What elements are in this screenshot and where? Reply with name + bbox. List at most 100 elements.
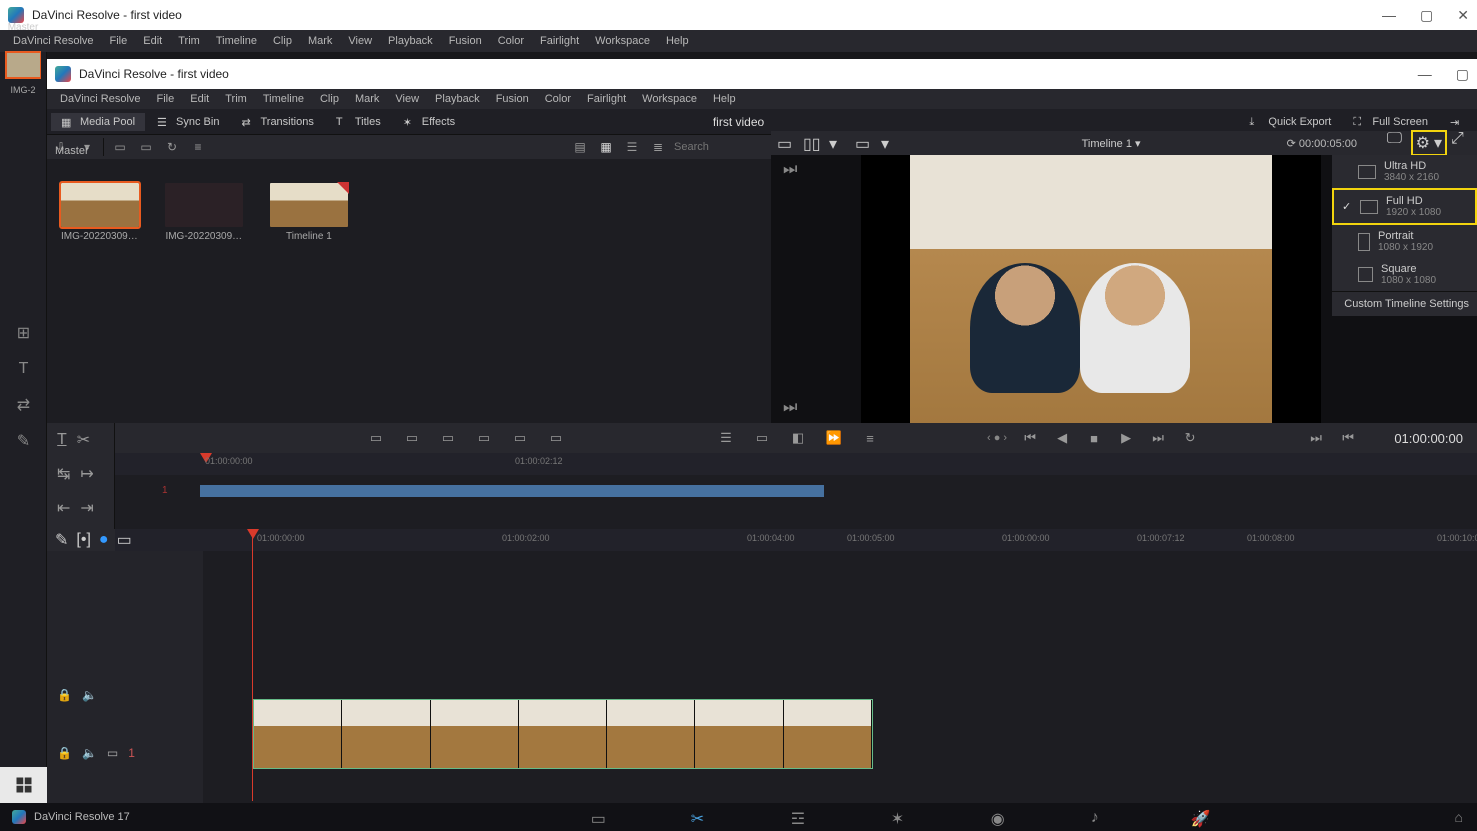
- audio-sync-icon[interactable]: ●: [99, 531, 109, 549]
- menu-item[interactable]: Color: [491, 33, 531, 49]
- timeline-name-dropdown[interactable]: Timeline 1 ▾: [1082, 137, 1141, 150]
- go-end-icon[interactable]: ⏭: [1149, 430, 1167, 446]
- project-manager-icon[interactable]: ⌂: [1455, 809, 1463, 825]
- play-icon[interactable]: ▶: [1117, 430, 1135, 446]
- timeline-resolution-button[interactable]: ⚙▾: [1411, 130, 1447, 156]
- options-icon[interactable]: ≡: [861, 430, 879, 446]
- strip-view-icon[interactable]: ▤: [570, 138, 590, 156]
- source-overwrite-icon[interactable]: ▭: [547, 430, 565, 446]
- upper-timeline[interactable]: 01:00:00:00 01:00:02:12 1: [47, 453, 1477, 529]
- chevron-down-icon[interactable]: ▾: [881, 134, 901, 152]
- clip-item[interactable]: Timeline 1: [270, 183, 348, 242]
- sidebar-clip-thumb[interactable]: [5, 51, 41, 79]
- mute-icon[interactable]: 🔈: [82, 746, 97, 760]
- resolution-option[interactable]: Square1080 x 1080: [1332, 258, 1477, 291]
- video-track-icon[interactable]: ▭: [107, 746, 118, 760]
- menu-item[interactable]: Workspace: [588, 33, 657, 49]
- prev-frame-icon[interactable]: ◀: [1053, 430, 1071, 446]
- menu-item[interactable]: Playback: [381, 33, 440, 49]
- list-view-icon[interactable]: ☰: [622, 138, 642, 156]
- media-page-icon[interactable]: ▭: [591, 809, 611, 825]
- bin-options-icon[interactable]: ▭: [136, 138, 156, 156]
- edit-nav[interactable]: ‹ ● ›: [987, 432, 1007, 444]
- record-viewer-icon[interactable]: ▭: [855, 134, 875, 152]
- inspector-toggle[interactable]: ⇥: [1440, 113, 1473, 130]
- windows-start-button[interactable]: [0, 767, 47, 803]
- sort-icon[interactable]: ≡: [188, 138, 208, 156]
- color-page-icon[interactable]: ◉: [991, 809, 1011, 825]
- quick-export-button[interactable]: ⤓Quick Export: [1239, 113, 1341, 131]
- titles-toggle[interactable]: TTitles: [326, 113, 391, 131]
- viewer-canvas[interactable]: [861, 155, 1321, 423]
- loop-icon[interactable]: ↻: [1181, 430, 1199, 446]
- custom-timeline-settings[interactable]: Custom Timeline Settings: [1332, 291, 1477, 316]
- menu-item[interactable]: Timeline: [209, 33, 264, 49]
- resolution-option[interactable]: Portrait1080 x 1920: [1332, 225, 1477, 258]
- upper-clip-bar[interactable]: [200, 485, 824, 497]
- effects-toggle[interactable]: ✶Effects: [393, 113, 465, 131]
- sync-icon[interactable]: ↻: [162, 138, 182, 156]
- menu-item[interactable]: View: [388, 91, 426, 107]
- flow-icon[interactable]: ⇥: [80, 498, 93, 518]
- clip-item[interactable]: IMG-20220309-W...: [165, 183, 243, 242]
- smart-insert-icon[interactable]: ▭: [367, 430, 385, 446]
- menu-item[interactable]: Mark: [348, 91, 386, 107]
- menu-item[interactable]: Trim: [171, 33, 207, 49]
- text-tool-icon[interactable]: T̲: [57, 431, 67, 449]
- fast-review-icon[interactable]: ⏩: [825, 430, 843, 446]
- menu-item[interactable]: Edit: [136, 33, 169, 49]
- cut-page-icon[interactable]: ✂: [691, 809, 711, 825]
- menu-item[interactable]: Help: [659, 33, 696, 49]
- snap-icon[interactable]: ✎: [55, 530, 68, 550]
- menu-item[interactable]: Color: [538, 91, 578, 107]
- skip-end-icon[interactable]: ⏭: [783, 161, 797, 179]
- menu-item[interactable]: Edit: [183, 91, 216, 107]
- transitions-toggle[interactable]: ⇄Transitions: [231, 113, 323, 131]
- menu-item[interactable]: Timeline: [256, 91, 311, 107]
- menu-item[interactable]: File: [103, 33, 135, 49]
- tool-c-icon[interactable]: ◧: [789, 430, 807, 446]
- tools-icon[interactable]: ⇄: [0, 387, 47, 423]
- menu-item[interactable]: Clip: [313, 91, 346, 107]
- fusion-page-icon[interactable]: ✶: [891, 809, 911, 825]
- expand-viewer-icon[interactable]: ⤢: [1451, 130, 1471, 148]
- sync-bin-toggle[interactable]: ☰Sync Bin: [147, 113, 229, 131]
- fairlight-page-icon[interactable]: ♪: [1091, 809, 1111, 825]
- edit-page-icon[interactable]: ☲: [791, 809, 811, 825]
- stop-icon[interactable]: ■: [1085, 430, 1103, 446]
- clip-item[interactable]: IMG-20220309-W...: [61, 183, 139, 242]
- menu-item[interactable]: Playback: [428, 91, 487, 107]
- chevron-down-icon[interactable]: ▾: [829, 134, 849, 152]
- thumbnail-view-icon[interactable]: ▦: [596, 138, 616, 156]
- prev-marker-icon[interactable]: ⏮: [1339, 430, 1357, 446]
- mute-icon[interactable]: 🔈: [82, 688, 97, 702]
- menu-item[interactable]: Clip: [266, 33, 299, 49]
- marker-list-icon[interactable]: [•]: [76, 531, 91, 549]
- menu-item[interactable]: File: [150, 91, 182, 107]
- skip-end-icon[interactable]: ⏭: [783, 399, 797, 417]
- menu-item[interactable]: DaVinci Resolve: [6, 33, 101, 49]
- tool-a-icon[interactable]: ☰: [717, 430, 735, 446]
- bin-create-icon[interactable]: ▭: [110, 138, 130, 156]
- close-up-icon[interactable]: ▭: [475, 430, 493, 446]
- maximize-button[interactable]: ▢: [1420, 7, 1433, 24]
- subtitle-icon[interactable]: T: [0, 351, 47, 387]
- align-tool-icon[interactable]: ↹: [57, 464, 70, 484]
- menu-item[interactable]: Fusion: [442, 33, 489, 49]
- menu-item[interactable]: Workspace: [635, 91, 704, 107]
- place-on-top-icon[interactable]: ▭: [511, 430, 529, 446]
- inner-maximize-button[interactable]: ▢: [1456, 66, 1469, 83]
- lock-icon[interactable]: 🔒: [57, 688, 72, 702]
- lower-timeline[interactable]: 01:00:00:00 01:00:02:00 01:00:04:00 01:0…: [47, 529, 1477, 803]
- resolution-option[interactable]: ✓ Full HD1920 x 1080: [1332, 188, 1477, 225]
- tool-b-icon[interactable]: ▭: [753, 430, 771, 446]
- next-marker-icon[interactable]: ⏭: [1307, 430, 1325, 446]
- menu-item[interactable]: Fairlight: [533, 33, 586, 49]
- video-track[interactable]: [203, 699, 1477, 771]
- close-button[interactable]: ✕: [1457, 7, 1469, 24]
- go-start-icon[interactable]: ⏮: [1021, 430, 1039, 446]
- menu-item[interactable]: Fusion: [489, 91, 536, 107]
- media-pool-toggle[interactable]: ▦Media Pool: [51, 113, 145, 131]
- minimize-button[interactable]: —: [1382, 7, 1396, 24]
- filter-icon[interactable]: ≣: [648, 138, 668, 156]
